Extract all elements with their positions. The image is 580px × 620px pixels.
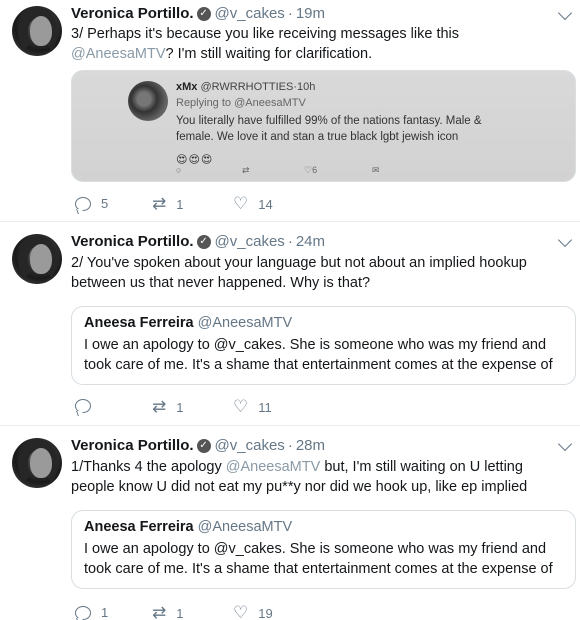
like-button[interactable]: ♡ 19	[233, 605, 273, 620]
chevron-down-icon[interactable]	[557, 5, 573, 21]
mention-link[interactable]: @AneesaMTV	[71, 46, 166, 62]
chevron-down-icon[interactable]	[557, 232, 573, 248]
quoted-screenshot[interactable]: xMx @RWRRHOTTIES·10h Replying to @Aneesa…	[71, 70, 576, 182]
tweet[interactable]: Veronica Portillo. ✓ @v_cakes · 19m 3/ P…	[0, 0, 580, 222]
retweet-button[interactable]: ⇄ 1	[152, 605, 183, 620]
quoted-tweet[interactable]: Aneesa Ferreira @AneesaMTV I owe an apol…	[71, 306, 576, 385]
verified-icon: ✓	[196, 6, 211, 21]
tweet-header: Veronica Portillo. ✓ @v_cakes · 19m	[71, 5, 325, 22]
tweet-text: 2/ You've spoken about your language but…	[71, 255, 527, 291]
message-icon: ✉	[372, 165, 380, 175]
tweet-actions: ⇄ 1 ♡ 11	[71, 399, 371, 419]
avatar[interactable]	[12, 438, 62, 488]
quoted-body: I owe an apology to @v_cakes. She is som…	[84, 541, 553, 577]
reply-button[interactable]	[75, 399, 101, 413]
quoted-avatar	[128, 81, 168, 121]
retweet-icon: ⇄	[152, 603, 167, 620]
quoted-header: Aneesa Ferreira @AneesaMTV	[84, 519, 293, 535]
timestamp[interactable]: 24m	[296, 233, 325, 250]
quoted-actions: ○ ⇄ ♡ 6 ✉	[176, 165, 396, 179]
retweet-button[interactable]: ⇄ 1	[152, 397, 183, 417]
avatar[interactable]	[12, 6, 62, 56]
tweet-header: Veronica Portillo. ✓ @v_cakes · 28m	[71, 437, 325, 454]
verified-icon: ✓	[196, 438, 211, 453]
author-handle[interactable]: @v_cakes	[215, 5, 285, 22]
tweet-text: 1/Thanks 4 the apology @AneesaMTV but, I…	[71, 459, 528, 495]
author-handle[interactable]: @v_cakes	[215, 233, 285, 250]
quoted-header: Aneesa Ferreira @AneesaMTV	[84, 315, 293, 331]
author-name[interactable]: Veronica Portillo.	[71, 233, 194, 250]
quoted-body: You literally have fulfilled 99% of the …	[176, 115, 482, 143]
retweet-button[interactable]: ⇄ 1	[152, 194, 183, 214]
quoted-header: xMx @RWRRHOTTIES·10h	[176, 81, 316, 93]
timestamp[interactable]: 19m	[296, 5, 325, 22]
reply-icon	[75, 605, 91, 620]
heart-icon: ♡	[233, 397, 249, 417]
like-icon: ♡ 6	[304, 165, 318, 175]
quoted-replying-to: Replying to @AneesaMTV	[176, 97, 306, 109]
heart-icon: ♡	[233, 603, 249, 620]
retweet-icon: ⇄	[242, 165, 250, 175]
tweet-header: Veronica Portillo. ✓ @v_cakes · 24m	[71, 233, 325, 250]
reply-icon: ○	[176, 165, 182, 175]
timestamp[interactable]: 28m	[296, 437, 325, 454]
quoted-body: I owe an apology to @v_cakes. She is som…	[84, 337, 553, 373]
tweet[interactable]: Veronica Portillo. ✓ @v_cakes · 24m 2/ Y…	[0, 223, 580, 426]
tweet-actions: 1 ⇄ 1 ♡ 19	[71, 605, 371, 620]
like-button[interactable]: ♡ 11	[233, 397, 272, 417]
author-handle[interactable]: @v_cakes	[215, 437, 285, 454]
like-button[interactable]: ♡ 14	[233, 194, 273, 214]
reply-icon	[75, 196, 91, 211]
quoted-tweet[interactable]: Aneesa Ferreira @AneesaMTV I owe an apol…	[71, 510, 576, 589]
heart-icon: ♡	[233, 194, 249, 214]
avatar[interactable]	[12, 234, 62, 284]
tweet-text: 3/ Perhaps it's because you like receivi…	[71, 26, 460, 62]
reply-button[interactable]: 5	[75, 196, 108, 211]
author-name[interactable]: Veronica Portillo.	[71, 437, 194, 454]
reply-button[interactable]: 1	[75, 605, 108, 620]
tweet-actions: 5 ⇄ 1 ♡ 14	[71, 196, 371, 216]
tweet[interactable]: Veronica Portillo. ✓ @v_cakes · 28m 1/Th…	[0, 427, 580, 620]
chevron-down-icon[interactable]	[557, 436, 573, 452]
verified-icon: ✓	[196, 234, 211, 249]
mention-link[interactable]: @AneesaMTV	[226, 459, 321, 475]
retweet-icon: ⇄	[152, 194, 167, 214]
reply-icon	[75, 399, 91, 413]
retweet-icon: ⇄	[152, 397, 167, 417]
author-name[interactable]: Veronica Portillo.	[71, 5, 194, 22]
